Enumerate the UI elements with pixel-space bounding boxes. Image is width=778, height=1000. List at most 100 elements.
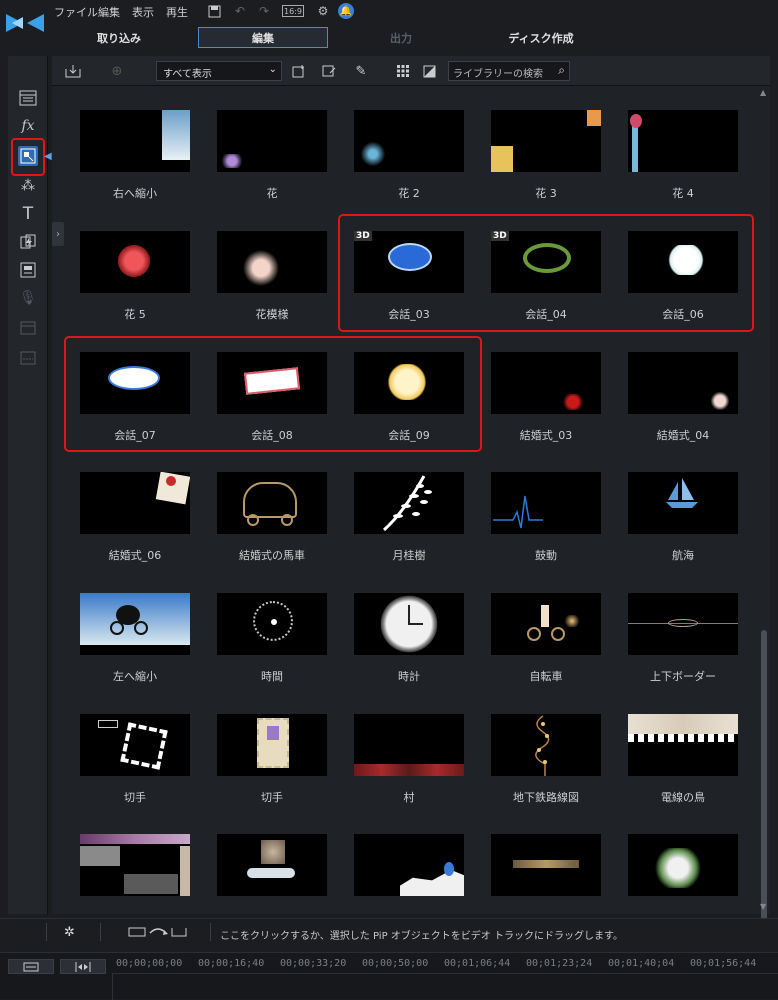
library-item[interactable]: 上下ボーダー	[624, 593, 758, 707]
import-icon[interactable]	[64, 62, 82, 80]
modify-object-icon[interactable]	[320, 62, 338, 80]
highlight-box-row2	[338, 214, 754, 332]
library-item[interactable]: 花 5	[76, 231, 213, 345]
item-label: 月桂樹	[392, 549, 426, 562]
settings-gear-icon[interactable]: ⚙	[315, 3, 331, 19]
app-logo	[6, 14, 44, 32]
grid-view-icon[interactable]	[394, 62, 412, 80]
subtitle-room-icon[interactable]	[18, 348, 38, 368]
library-item[interactable]: 自転車	[487, 593, 624, 707]
thumbnail-size-icon[interactable]	[420, 62, 438, 80]
expand-panel-chevron-icon[interactable]: ›	[52, 222, 64, 246]
fit-timeline-button[interactable]	[60, 959, 106, 974]
tab-output[interactable]: 出力	[336, 27, 466, 48]
tab-capture[interactable]: 取り込み	[60, 27, 178, 48]
scrollbar-thumb[interactable]	[761, 630, 767, 942]
timecode: 00;01;56;44	[690, 958, 757, 969]
thumbnail	[628, 472, 738, 534]
library-filter-dropdown[interactable]: すべて表示 ⌄	[156, 61, 282, 81]
redo-icon[interactable]: ↷	[256, 3, 272, 19]
undo-icon[interactable]: ↶	[232, 3, 248, 19]
magic-wand-icon[interactable]: ✲	[64, 925, 75, 940]
menu-play[interactable]: 再生	[166, 4, 188, 20]
library-item[interactable]: 切手	[76, 714, 213, 828]
thumbnail	[354, 714, 464, 776]
timecode: 00;01;06;44	[444, 958, 511, 969]
library-item[interactable]	[76, 834, 213, 914]
mode-tabs: 取り込み 編集 出力 ディスク作成	[56, 26, 778, 50]
pip-object-room-icon[interactable]	[18, 146, 38, 166]
menu-view[interactable]: 表示	[132, 4, 154, 20]
scroll-down-icon[interactable]: ▼	[760, 902, 766, 911]
library-item[interactable]: 花	[213, 110, 350, 224]
item-label: 結婚式の馬車	[239, 549, 305, 562]
menu-file[interactable]: ファイル	[54, 4, 98, 20]
library-item[interactable]: 航海	[624, 472, 758, 586]
aspect-ratio-button[interactable]: 16:9	[282, 5, 304, 17]
library-item[interactable]	[624, 834, 758, 914]
menu-edit[interactable]: 編集	[98, 4, 120, 20]
item-label: 結婚式_04	[656, 429, 710, 442]
microphone-icon[interactable]: 🎙	[18, 288, 38, 308]
item-label: 切手	[261, 791, 283, 804]
audio-mix-room-icon[interactable]	[18, 260, 38, 280]
pen-icon[interactable]: ✎	[352, 62, 370, 80]
library-grid: 右へ縮小 花 花 2 花 3 花 4 花 5 花模様 3D 会話_03 3D 会…	[52, 86, 758, 914]
tab-disc[interactable]: ディスク作成	[476, 27, 606, 48]
insert-to-track-icon[interactable]	[128, 925, 188, 942]
fx-room-icon[interactable]: fx	[18, 116, 38, 136]
item-label: 航海	[672, 549, 694, 562]
thumbnail	[80, 714, 190, 776]
timeline-view-button[interactable]	[8, 959, 54, 974]
library-search-input[interactable]: ライブラリーの検索 ⌕	[448, 61, 570, 81]
thumbnail	[628, 834, 738, 896]
item-label: 花模様	[255, 308, 289, 321]
library-item[interactable]: 花 4	[624, 110, 758, 224]
thumbnail	[491, 352, 601, 414]
timecode: 00;00;50;00	[362, 958, 429, 969]
library-item[interactable]: 結婚式_03	[487, 352, 624, 466]
media-room-icon[interactable]	[18, 88, 38, 108]
particle-room-icon[interactable]: ⁂	[18, 176, 38, 196]
library-item[interactable]	[487, 834, 624, 914]
search-placeholder: ライブラリーの検索	[453, 69, 543, 80]
notification-bell-icon[interactable]: 🔔	[338, 3, 354, 19]
scroll-up-icon[interactable]: ▲	[760, 88, 766, 97]
item-label: 左へ縮小	[113, 670, 157, 683]
library-item[interactable]: 左へ縮小	[76, 593, 213, 707]
library-item[interactable]: 村	[350, 714, 487, 828]
library-item[interactable]: 結婚式の馬車	[213, 472, 350, 586]
tab-edit[interactable]: 編集	[198, 27, 328, 48]
highlight-box-row3	[64, 336, 482, 452]
hint-text: ここをクリックするか、選択した PiP オブジェクトをビデオ トラックにドラッグ…	[220, 931, 623, 942]
library-item[interactable]: 時計	[350, 593, 487, 707]
chapter-room-icon[interactable]	[18, 318, 38, 338]
title-room-icon[interactable]: T	[18, 204, 38, 224]
library-item[interactable]: 時間	[213, 593, 350, 707]
library-item[interactable]: 電線の鳥	[624, 714, 758, 828]
transition-room-icon[interactable]	[18, 232, 38, 252]
thumbnail	[628, 593, 738, 655]
library-item[interactable]: 結婚式_06	[76, 472, 213, 586]
library-item[interactable]	[350, 834, 487, 914]
timecode: 00;00;00;00	[116, 958, 183, 969]
search-icon[interactable]: ⌕	[558, 63, 565, 78]
download-content-icon[interactable]: ⊕	[108, 62, 126, 80]
save-icon[interactable]	[206, 3, 222, 19]
timecode: 00;00;16;40	[198, 958, 265, 969]
library-scrollbar[interactable]: ▲ ▼	[758, 86, 770, 942]
thumbnail	[628, 714, 738, 776]
library-item[interactable]: 右へ縮小	[76, 110, 213, 224]
item-label: 村	[403, 791, 415, 804]
library-item[interactable]: 花 2	[350, 110, 487, 224]
library-item[interactable]: 花 3	[487, 110, 624, 224]
library-item[interactable]	[213, 834, 350, 914]
library-item[interactable]: 花模様	[213, 231, 350, 345]
library-item[interactable]: 切手	[213, 714, 350, 828]
library-item[interactable]: 月桂樹	[350, 472, 487, 586]
library-item[interactable]: 結婚式_04	[624, 352, 758, 466]
menu-bar: ファイル 編集 表示 再生 ↶ ↷ 16:9 ⚙ 🔔	[0, 0, 778, 32]
library-item[interactable]: 鼓動	[487, 472, 624, 586]
new-object-icon[interactable]	[290, 62, 308, 80]
library-item[interactable]: 地下鉄路線図	[487, 714, 624, 828]
